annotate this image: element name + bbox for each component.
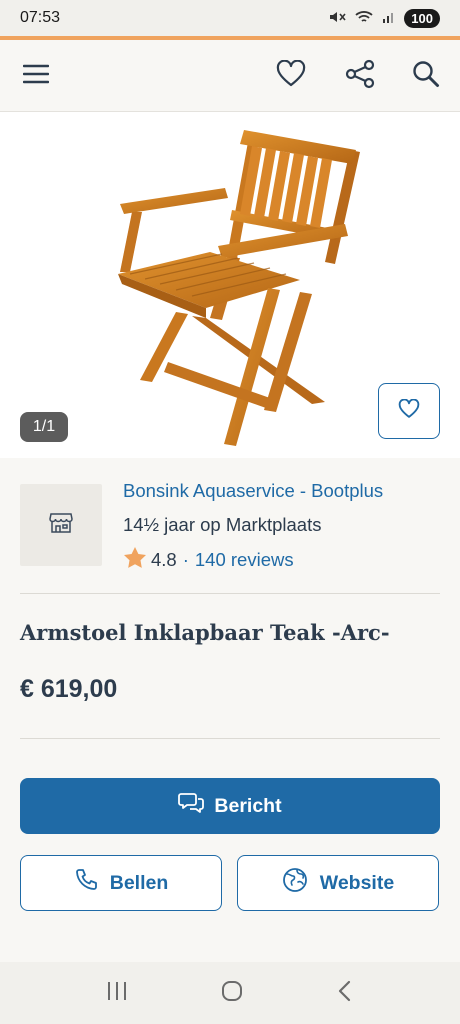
call-button-label: Bellen bbox=[109, 871, 169, 894]
website-button[interactable]: Website bbox=[237, 855, 439, 911]
listing-price: € 619,00 bbox=[20, 675, 118, 703]
seller-card[interactable]: Bonsink Aquaservice - Bootplus 14½ jaar … bbox=[20, 478, 440, 574]
system-nav-bar bbox=[0, 962, 460, 1024]
globe-icon bbox=[282, 867, 308, 899]
message-button[interactable]: Bericht bbox=[20, 778, 440, 834]
favorite-button[interactable] bbox=[378, 383, 440, 439]
heart-icon bbox=[276, 59, 306, 93]
back-button[interactable] bbox=[335, 979, 355, 1008]
star-icon bbox=[123, 546, 147, 574]
status-time: 07:53 bbox=[20, 9, 61, 26]
seller-membership: 14½ jaar op Marktplaats bbox=[123, 514, 322, 535]
call-button[interactable]: Bellen bbox=[20, 855, 222, 911]
rating-separator: · bbox=[182, 549, 189, 570]
heart-icon bbox=[398, 398, 420, 424]
share-button[interactable] bbox=[340, 56, 380, 96]
seller-name-link[interactable]: Bonsink Aquaservice - Bootplus bbox=[123, 480, 383, 502]
wifi-icon bbox=[354, 9, 374, 28]
menu-icon bbox=[22, 64, 50, 89]
mute-icon bbox=[328, 9, 346, 28]
menu-button[interactable] bbox=[16, 56, 56, 96]
battery-indicator: 100 bbox=[404, 8, 440, 28]
seller-rating: 4.8 · 140 reviews bbox=[123, 546, 294, 574]
chat-icon bbox=[178, 791, 205, 821]
divider bbox=[20, 593, 440, 594]
status-bar: 07:53 100 bbox=[0, 0, 460, 36]
top-nav bbox=[0, 40, 460, 112]
signal-icon bbox=[382, 10, 396, 27]
website-button-label: Website bbox=[319, 871, 395, 894]
recent-apps-button[interactable] bbox=[105, 980, 129, 1007]
message-button-label: Bericht bbox=[214, 794, 282, 817]
seller-logo bbox=[20, 484, 102, 566]
search-icon bbox=[411, 59, 441, 94]
listing-title: Armstoel Inklapbaar Teak -Arc- bbox=[20, 620, 390, 645]
divider bbox=[20, 738, 440, 739]
rating-value: 4.8 bbox=[151, 549, 177, 570]
search-button[interactable] bbox=[406, 56, 446, 96]
home-button[interactable] bbox=[220, 979, 244, 1008]
reviews-link[interactable]: 140 reviews bbox=[195, 549, 294, 571]
share-icon bbox=[345, 59, 375, 94]
shop-icon bbox=[49, 512, 73, 539]
favorite-nav-button[interactable] bbox=[271, 56, 311, 96]
phone-icon bbox=[74, 868, 98, 898]
status-icons: 100 bbox=[328, 8, 440, 28]
photo-counter: 1/1 bbox=[20, 412, 68, 442]
